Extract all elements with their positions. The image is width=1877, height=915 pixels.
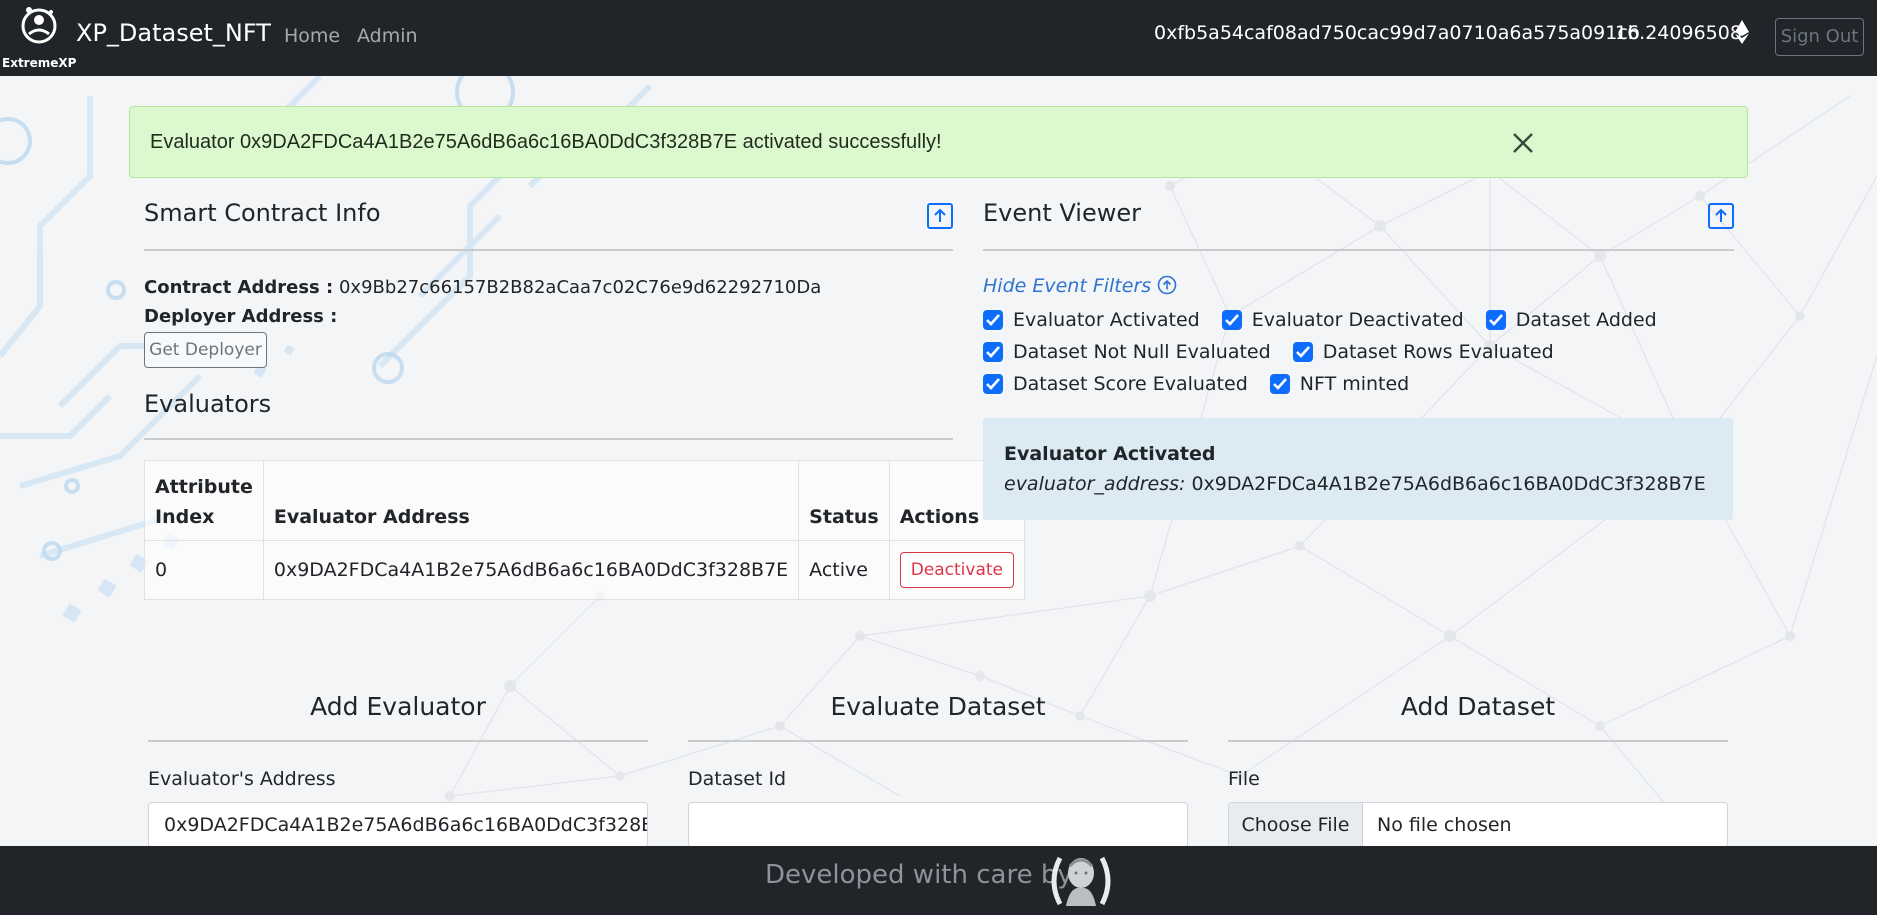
event-detail: evaluator_address: 0x9DA2FDCa4A1B2e75A6d… [1004, 473, 1706, 495]
cell-actions: Deactivate [888, 540, 1026, 600]
footer-text: Developed with care by : [765, 860, 1090, 890]
extremexp-logo-icon [21, 7, 57, 44]
event-filters: Evaluator Activated Evaluator Deactivate… [983, 304, 1763, 400]
filter-label: Dataset Added [1515, 309, 1657, 331]
table-row: 0 0x9DA2FDCa4A1B2e75A6dB6a6c16BA0DdC3f32… [144, 540, 1026, 600]
checkbox-checked-icon[interactable] [1485, 310, 1506, 330]
filter-label: Dataset Not Null Evaluated [1013, 341, 1271, 363]
event-value: 0x9DA2FDCa4A1B2e75A6dB6a6c16BA0DdC3f328B… [1191, 473, 1706, 495]
cell-status: Active [798, 540, 890, 600]
evaluator-address-label: Evaluator's Address [148, 768, 336, 790]
add-dataset-title: Add Dataset [1400, 692, 1556, 721]
brand-subtitle: ExtremeXP [2, 56, 77, 70]
cell-index: 0 [144, 540, 264, 600]
top-navbar: ExtremeXP XP_Dataset_NFT Home Admin 0xfb… [0, 0, 1877, 76]
nav-link-admin[interactable]: Admin [357, 25, 418, 47]
contract-address-label: Contract Address : [144, 277, 334, 298]
brand-name[interactable]: XP_Dataset_NFT [76, 19, 271, 47]
column-header-evaluator-address: Evaluator Address [262, 460, 800, 541]
dataset-id-input[interactable] [688, 802, 1188, 848]
close-icon[interactable] [1508, 128, 1538, 158]
checkbox-checked-icon[interactable] [1292, 342, 1313, 362]
event-viewer-title: Event Viewer [983, 199, 1141, 227]
deactivate-button[interactable]: Deactivate [899, 552, 1014, 588]
divider [144, 438, 953, 440]
get-deployer-button[interactable]: Get Deployer [144, 332, 267, 368]
checkbox-checked-icon[interactable] [983, 310, 1003, 330]
file-label: File [1228, 768, 1260, 790]
evaluators-table: Attribute Index Evaluator Address Status… [144, 460, 1026, 600]
ethereum-icon [1735, 20, 1749, 44]
contract-address-value: 0x9Bb27c66157B2B82aCaa7c02C76e9d62292710… [338, 277, 822, 298]
footer: Developed with care by : [0, 846, 1877, 915]
team-bust-logo-icon [1051, 856, 1111, 906]
filter-dataset-not-null-evaluated[interactable]: Dataset Not Null Evaluated [983, 341, 1271, 363]
evaluators-title: Evaluators [144, 390, 272, 418]
filter-label: NFT minted [1299, 373, 1410, 395]
filter-dataset-score-evaluated[interactable]: Dataset Score Evaluated [983, 373, 1248, 395]
wallet-balance: 16.24096508 [1615, 22, 1742, 44]
evaluator-address-input[interactable]: 0x9DA2FDCa4A1B2e75A6dB6a6c16BA0DdC3f328B… [148, 802, 648, 848]
filter-label: Dataset Score Evaluated [1013, 373, 1248, 395]
filter-label: Dataset Rows Evaluated [1322, 341, 1554, 363]
divider [148, 740, 648, 742]
brand-logo[interactable]: ExtremeXP [2, 4, 78, 72]
column-header-attribute-index: Attribute Index [144, 460, 264, 541]
collapse-up-icon[interactable] [927, 203, 953, 229]
file-status: No file chosen [1377, 814, 1512, 836]
checkbox-checked-icon[interactable] [983, 374, 1003, 394]
filter-label: Evaluator Activated [1013, 309, 1200, 331]
filter-dataset-added[interactable]: Dataset Added [1485, 309, 1657, 331]
contract-address-row: Contract Address : 0x9Bb27c66157B2B82aCa… [144, 277, 821, 298]
file-input[interactable]: Choose File No file chosen [1228, 802, 1728, 848]
filter-dataset-rows-evaluated[interactable]: Dataset Rows Evaluated [1292, 341, 1554, 363]
checkbox-checked-icon[interactable] [1269, 374, 1290, 394]
hide-event-filters-link[interactable]: Hide Event Filters [983, 275, 1177, 297]
checkbox-checked-icon[interactable] [983, 342, 1003, 362]
divider [1228, 740, 1728, 742]
hide-event-filters-label: Hide Event Filters [983, 275, 1152, 297]
nav-link-home[interactable]: Home [284, 25, 340, 47]
divider [983, 249, 1734, 251]
deployer-address-row: Deployer Address : [144, 306, 337, 327]
column-header-status: Status [798, 460, 890, 541]
divider [688, 740, 1188, 742]
deployer-address-label: Deployer Address : [144, 306, 338, 327]
divider [144, 249, 953, 251]
add-evaluator-title: Add Evaluator [310, 692, 486, 721]
success-alert: Evaluator 0x9DA2FDCa4A1B2e75A6dB6a6c16BA… [129, 106, 1748, 178]
filter-evaluator-activated[interactable]: Evaluator Activated [983, 309, 1200, 331]
smart-contract-title: Smart Contract Info [144, 199, 381, 227]
evaluate-dataset-title: Evaluate Dataset [830, 692, 1046, 721]
filter-nft-minted[interactable]: NFT minted [1269, 373, 1410, 395]
cell-address: 0x9DA2FDCa4A1B2e75A6dB6a6c16BA0DdC3f328B… [262, 540, 800, 600]
collapse-up-icon[interactable] [1708, 203, 1734, 229]
alert-message: Evaluator 0x9DA2FDCa4A1B2e75A6dB6a6c16BA… [150, 131, 942, 153]
wallet-address: 0xfb5a54caf08ad750cac99d7a0710a6a575a091… [1154, 22, 1640, 44]
event-key: evaluator_address: [1004, 473, 1186, 495]
filter-label: Evaluator Deactivated [1251, 309, 1464, 331]
table-header-row: Attribute Index Evaluator Address Status… [144, 460, 1026, 541]
choose-file-button[interactable]: Choose File [1229, 803, 1363, 847]
event-card: Evaluator Activated evaluator_address: 0… [983, 418, 1733, 520]
sign-out-button[interactable]: Sign Out [1775, 18, 1864, 56]
dataset-id-label: Dataset Id [688, 768, 787, 790]
checkbox-checked-icon[interactable] [1221, 310, 1242, 330]
event-title: Evaluator Activated [1004, 443, 1216, 465]
arrow-up-circle-icon [1157, 275, 1177, 295]
filter-evaluator-deactivated[interactable]: Evaluator Deactivated [1221, 309, 1464, 331]
